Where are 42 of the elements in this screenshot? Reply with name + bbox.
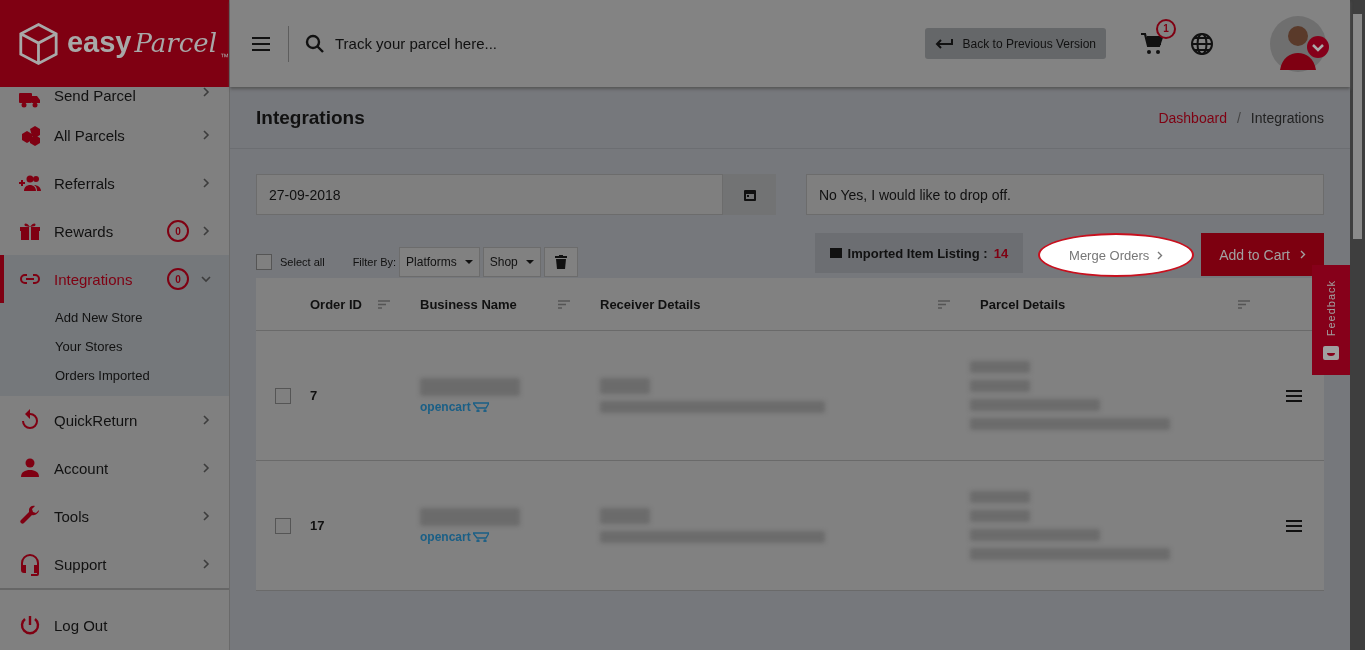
platform-logo: opencart <box>420 529 590 544</box>
imported-count: 14 <box>993 245 1009 261</box>
platform-logo: opencart <box>420 399 590 414</box>
filter-label: Filter By: <box>352 255 397 270</box>
count-badge: 0 <box>167 220 189 242</box>
breadcrumb-separator: / <box>1236 109 1241 126</box>
order-id: 7 <box>309 388 319 403</box>
brand-logo[interactable]: easyParcel™ <box>0 0 229 87</box>
submenu-item[interactable]: Orders Imported <box>55 361 229 390</box>
submenu-item[interactable]: Your Stores <box>55 332 229 361</box>
sidebar-item[interactable]: Referrals <box>0 159 229 207</box>
merge-orders-button[interactable]: Merge Orders <box>1038 233 1195 277</box>
cart-count-badge: 1 <box>1156 18 1176 39</box>
page-title: Integrations <box>256 106 366 129</box>
breadcrumb-link[interactable]: Dashboard <box>1158 109 1227 126</box>
breadcrumb-current: Integrations <box>1250 109 1324 126</box>
submenu-item[interactable]: Add New Store <box>55 303 229 332</box>
filter-dropdown[interactable]: Shop <box>482 247 541 277</box>
order-id: 17 <box>309 518 326 533</box>
column-header[interactable]: Business Name <box>420 296 517 312</box>
date-field[interactable]: 27-09-2018 <box>256 174 723 215</box>
sidebar-item[interactable]: Support <box>0 540 229 588</box>
column-header[interactable]: Parcel Details <box>980 296 1066 312</box>
count-badge: 0 <box>167 268 189 290</box>
add-to-cart-button[interactable]: Add to Cart <box>1201 233 1324 276</box>
sidebar-item[interactable]: Tools <box>0 492 229 540</box>
dropoff-field[interactable]: No Yes, I would like to drop off. <box>806 174 1324 215</box>
feedback-tab[interactable]: Feedback <box>1312 265 1350 375</box>
column-header[interactable]: Order ID <box>310 296 362 312</box>
sidebar-item[interactable]: All Parcels <box>0 111 229 159</box>
select-all-label[interactable]: Select all <box>280 256 325 268</box>
back-button[interactable]: Back to Previous Version <box>924 28 1106 59</box>
sidebar-item[interactable]: Integrations 0 <box>0 255 229 303</box>
column-header[interactable]: Receiver Details <box>600 296 701 312</box>
sidebar-item[interactable]: Account <box>0 444 229 492</box>
filter-dropdown[interactable]: Platforms <box>399 247 480 277</box>
sidebar-item[interactable]: Send Parcel <box>0 87 229 111</box>
sidebar-item[interactable]: QuickReturn <box>0 396 229 444</box>
logout-item[interactable]: Log Out <box>0 588 229 650</box>
sidebar-item[interactable]: Rewards 0 <box>0 207 229 255</box>
imported-label: Imported Item Listing : <box>847 245 988 261</box>
search-field[interactable]: Track your parcel here... <box>333 34 637 53</box>
